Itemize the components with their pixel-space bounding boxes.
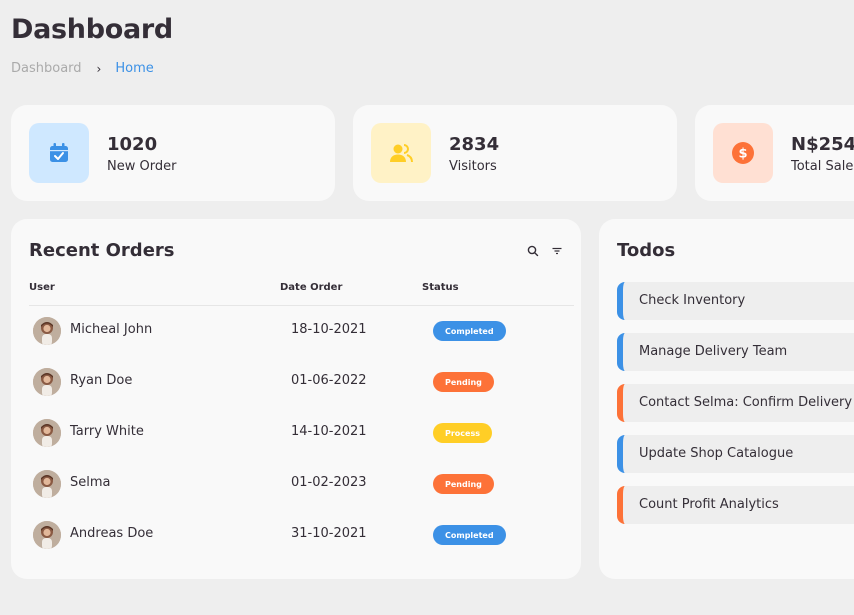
- stat-card-new-order: 1020 New Order: [11, 105, 335, 201]
- status-badge: Pending: [433, 372, 494, 392]
- stat-label: Total Sales: [791, 158, 854, 174]
- recent-orders-title: Recent Orders: [29, 240, 175, 261]
- order-date: 01-02-2023: [291, 475, 367, 490]
- stat-label: Visitors: [449, 158, 497, 174]
- order-date: 14-10-2021: [291, 424, 367, 439]
- table-row[interactable]: Selma 01-02-2023 Pending: [29, 464, 574, 504]
- breadcrumb-home[interactable]: Home: [115, 61, 153, 76]
- order-date: 31-10-2021: [291, 526, 367, 541]
- stat-card-visitors: 2834 Visitors: [353, 105, 677, 201]
- todo-item[interactable]: Manage Delivery Team: [617, 333, 854, 371]
- svg-text:$: $: [738, 147, 747, 162]
- table-row[interactable]: Ryan Doe 01-06-2022 Pending: [29, 362, 574, 402]
- status-badge: Process: [433, 423, 492, 443]
- todo-item[interactable]: Update Shop Catalogue: [617, 435, 854, 473]
- table-row[interactable]: Tarry White 14-10-2021 Process: [29, 413, 574, 453]
- todo-item[interactable]: Count Profit Analytics: [617, 486, 854, 524]
- avatar: [33, 521, 61, 549]
- stat-value: 1020: [107, 133, 158, 155]
- user-name: Micheal John: [70, 322, 153, 337]
- breadcrumb-dashboard[interactable]: Dashboard: [11, 61, 82, 76]
- stat-card-total-sales: $ N$2543 Total Sales: [695, 105, 854, 201]
- table-row[interactable]: Andreas Doe 31-10-2021 Completed: [29, 515, 574, 555]
- table-row[interactable]: Micheal John 18-10-2021 Completed: [29, 311, 574, 351]
- chevron-right-icon: ›: [96, 61, 102, 76]
- todo-text: Update Shop Catalogue: [639, 446, 794, 461]
- order-date: 01-06-2022: [291, 373, 367, 388]
- avatar: [33, 368, 61, 396]
- todos-title: Todos: [617, 240, 676, 261]
- todo-text: Contact Selma: Confirm Delivery: [639, 395, 853, 410]
- page-title: Dashboard: [11, 14, 173, 45]
- column-header-user: User: [29, 282, 55, 293]
- column-header-status: Status: [422, 282, 459, 293]
- column-header-date: Date Order: [280, 282, 343, 293]
- stat-value: N$2543: [791, 133, 854, 155]
- todo-item[interactable]: Contact Selma: Confirm Delivery: [617, 384, 854, 422]
- table-header-divider: [29, 305, 574, 306]
- todo-item[interactable]: Check Inventory: [617, 282, 854, 320]
- user-name: Ryan Doe: [70, 373, 133, 388]
- dollar-circle-icon: $: [713, 123, 773, 183]
- todos-panel: Todos Check Inventory Manage Delivery Tea…: [599, 219, 854, 579]
- search-icon[interactable]: [526, 243, 540, 257]
- avatar: [33, 317, 61, 345]
- todo-text: Count Profit Analytics: [639, 497, 779, 512]
- calendar-check-icon: [29, 123, 89, 183]
- avatar: [33, 419, 61, 447]
- order-date: 18-10-2021: [291, 322, 367, 337]
- stat-value: 2834: [449, 133, 500, 155]
- todo-text: Manage Delivery Team: [639, 344, 788, 359]
- status-badge: Completed: [433, 525, 506, 545]
- filter-icon[interactable]: [550, 243, 564, 257]
- avatar: [33, 470, 61, 498]
- user-name: Tarry White: [70, 424, 144, 439]
- stat-label: New Order: [107, 158, 177, 174]
- user-name: Andreas Doe: [70, 526, 154, 541]
- people-icon: [371, 123, 431, 183]
- status-badge: Completed: [433, 321, 506, 341]
- status-badge: Pending: [433, 474, 494, 494]
- todo-text: Check Inventory: [639, 293, 746, 308]
- recent-orders-panel: Recent Orders User Date Order Status Mic…: [11, 219, 581, 579]
- breadcrumb: Dashboard › Home: [11, 61, 154, 76]
- user-name: Selma: [70, 475, 111, 490]
